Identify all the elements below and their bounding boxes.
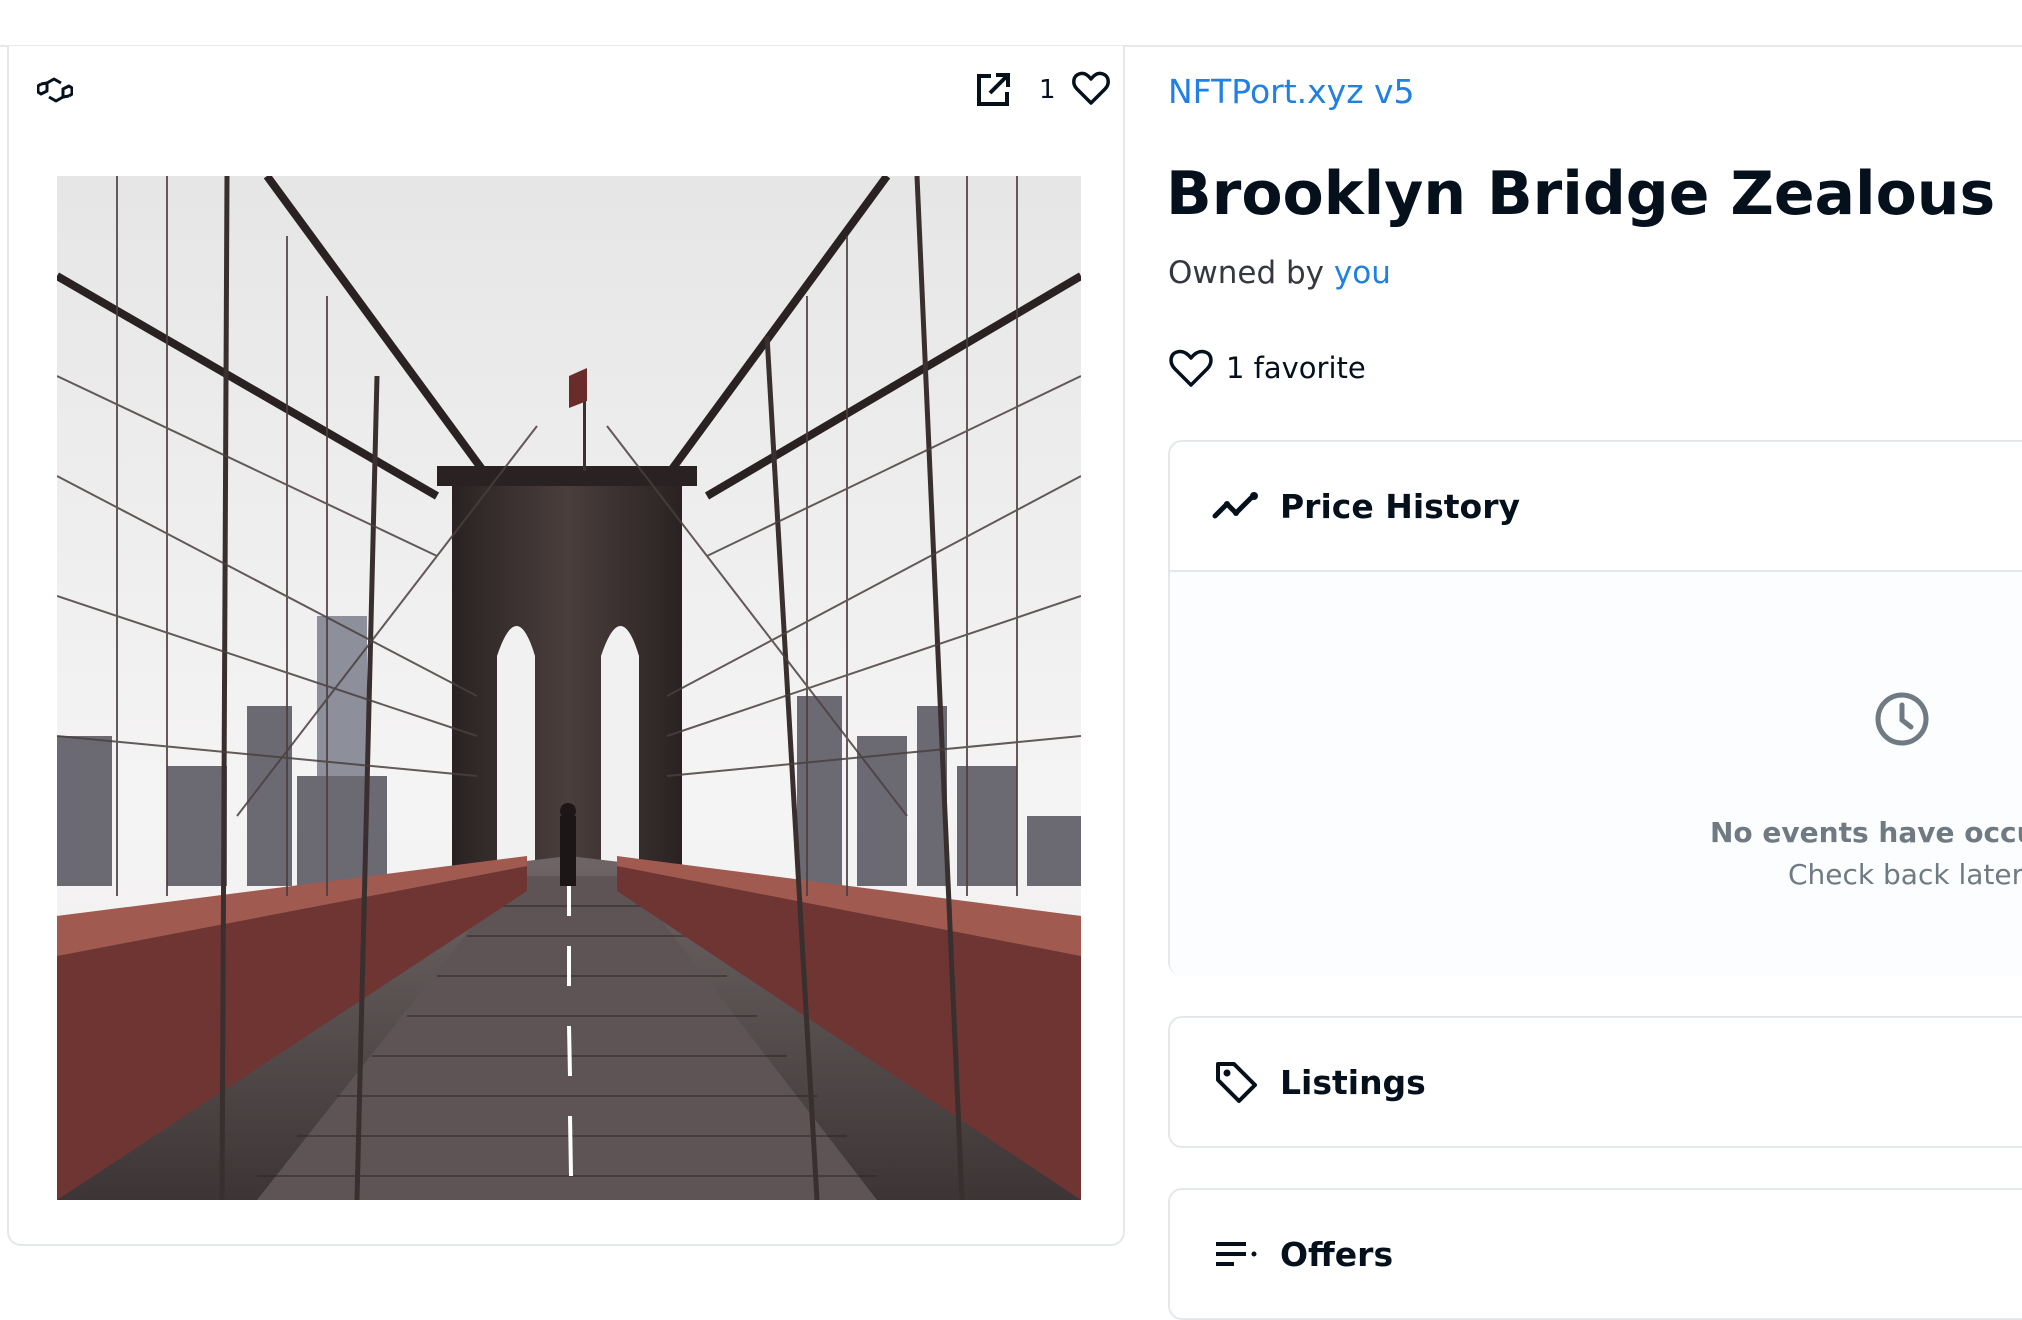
favorites: 1 favorite [1168, 344, 1366, 392]
offers-panel: Offers [1168, 1188, 2022, 1320]
price-history-panel: Price History No events have occurre Che… [1168, 440, 2022, 976]
heart-outline-icon[interactable] [1071, 68, 1111, 108]
media-toolbar: 1 [9, 46, 1123, 126]
nft-image[interactable] [57, 176, 1081, 1200]
item-title: Brooklyn Bridge Zealous [1166, 159, 1996, 229]
clock-icon [1875, 692, 1929, 746]
empty-state-title: No events have occurre [1710, 816, 2022, 849]
favorites-count-label: 1 favorite [1226, 351, 1366, 385]
collection-link[interactable]: NFTPort.xyz v5 [1168, 70, 1415, 114]
listings-panel: Listings [1168, 1016, 2022, 1148]
price-history-title: Price History [1280, 486, 1521, 526]
price-history-body: No events have occurre Check back later. [1170, 570, 2022, 976]
favorite-count: 1 [1039, 75, 1056, 105]
brooklyn-bridge-image [57, 176, 1081, 1200]
owner-link[interactable]: you [1334, 255, 1391, 291]
heart-outline-icon[interactable] [1168, 347, 1214, 389]
empty-state-subtitle: Check back later. [1788, 858, 2022, 891]
offers-header[interactable]: Offers [1170, 1190, 2022, 1318]
trending-icon [1212, 492, 1258, 519]
offers-title: Offers [1280, 1234, 1394, 1274]
tag-icon [1216, 1062, 1257, 1103]
owned-by: Owned by you [1168, 252, 1391, 294]
open-in-new-icon[interactable] [973, 70, 1013, 110]
listings-title: Listings [1280, 1062, 1426, 1102]
polygon-icon [37, 77, 73, 103]
owned-by-label: Owned by [1168, 255, 1325, 291]
media-card: 1 [7, 46, 1125, 1246]
listings-header[interactable]: Listings [1170, 1018, 2022, 1146]
price-history-header[interactable]: Price History [1170, 442, 2022, 570]
list-icon [1216, 1242, 1257, 1266]
